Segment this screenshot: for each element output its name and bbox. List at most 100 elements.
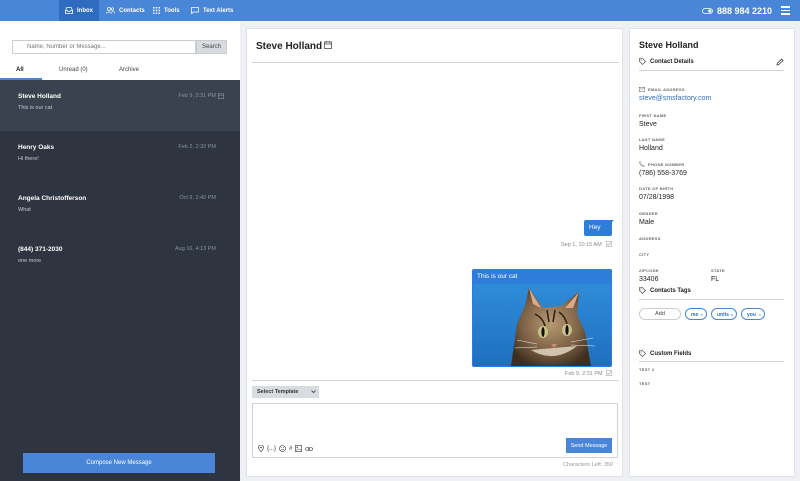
tag-label: units bbox=[717, 312, 729, 318]
envelope-icon bbox=[639, 87, 645, 92]
chevron-down-icon bbox=[311, 390, 316, 394]
search-input[interactable] bbox=[12, 40, 196, 54]
conversation-time: Feb 2, 2:32 PM bbox=[178, 144, 216, 150]
email-label: EMAIL ADDRESS bbox=[639, 87, 685, 92]
dob-value: 07/28/1998 bbox=[639, 194, 675, 201]
tag-icon bbox=[639, 350, 646, 357]
conversation-panel: Steve Holland Hey Sep 1, 10:15 AM This i… bbox=[246, 28, 623, 477]
conversation-item[interactable]: (844) 371-2030 Aug 16, 4:13 PM one more bbox=[0, 233, 240, 284]
conversation-item[interactable]: Steve Holland Feb 9, 2:31 PM This is our… bbox=[0, 80, 240, 131]
nav-contacts[interactable]: Contacts bbox=[106, 0, 145, 21]
template-select-label: Select Template bbox=[257, 389, 299, 395]
toggle-icon[interactable] bbox=[702, 7, 713, 14]
sidebar-header: Search All Unread (0) Archive bbox=[0, 21, 240, 80]
phone-value: (786) 558-3769 bbox=[639, 170, 687, 177]
message-text: Hey bbox=[589, 224, 601, 231]
delivered-check-icon bbox=[606, 241, 612, 247]
users-icon bbox=[106, 7, 115, 14]
remove-tag-icon[interactable]: × bbox=[731, 312, 733, 317]
contact-tags-title: Contacts Tags bbox=[650, 287, 691, 294]
characters-left-counter: Characters Left: 350 bbox=[563, 462, 613, 468]
conversation-name: (844) 371-2030 bbox=[18, 246, 63, 253]
nav-contacts-label: Contacts bbox=[119, 7, 145, 14]
custom-fields-header: Custom Fields bbox=[639, 350, 691, 357]
tag-icon bbox=[639, 287, 646, 294]
custom-field-label: TEST 2 bbox=[639, 367, 655, 372]
message-time: Sep 1, 10:15 AM bbox=[561, 242, 602, 248]
email-value[interactable]: steve@smsfactory.com bbox=[639, 95, 711, 102]
variable-insert-icon[interactable]: {...} bbox=[267, 446, 276, 452]
contact-details-panel: Steve Holland Contact Details EMAIL ADDR… bbox=[629, 28, 795, 477]
conversation-name: Steve Holland bbox=[18, 93, 61, 100]
compose-toolbar: {...} # bbox=[258, 445, 314, 452]
tab-unread[interactable]: Unread (0) bbox=[59, 67, 88, 73]
conversation-time: Oct 9, 2:40 PM bbox=[179, 195, 216, 201]
divider bbox=[639, 361, 784, 362]
top-navbar: Inbox Contacts Tools Text Alerts 888 984… bbox=[0, 0, 800, 21]
tag-icon bbox=[639, 58, 646, 65]
nav-inbox-label: Inbox bbox=[77, 7, 93, 14]
contact-tags-header: Contacts Tags bbox=[639, 287, 691, 294]
inbox-icon bbox=[65, 7, 73, 14]
conversation-preview: This is our cat bbox=[18, 105, 53, 111]
nav-tools[interactable]: Tools bbox=[153, 0, 180, 21]
custom-fields-title: Custom Fields bbox=[650, 350, 692, 357]
phone-label: PHONE NUMBER bbox=[639, 161, 685, 167]
gender-label: GENDER bbox=[639, 211, 658, 216]
message-compose-box[interactable]: {...} # Send Message bbox=[252, 403, 618, 458]
conversation-item[interactable]: Angela Christofferson Oct 9, 2:40 PM Wha… bbox=[0, 182, 240, 233]
contact-name: Steve Holland bbox=[639, 40, 699, 50]
bubble-tail bbox=[610, 220, 614, 224]
pencil-icon[interactable] bbox=[776, 58, 784, 66]
calendar-icon[interactable] bbox=[218, 93, 224, 99]
remove-tag-icon[interactable]: × bbox=[759, 312, 761, 317]
divider bbox=[639, 70, 784, 71]
tag-label: me bbox=[691, 312, 699, 318]
chat-bubble-icon bbox=[191, 7, 199, 14]
city-label: CITY bbox=[639, 252, 650, 257]
location-pin-icon[interactable] bbox=[258, 445, 264, 452]
conversation-name: Henry Oaks bbox=[18, 144, 55, 151]
search-button[interactable]: Search bbox=[196, 40, 227, 54]
zipcode-value: 33406 bbox=[639, 276, 659, 283]
contact-details-title: Contact Details bbox=[650, 58, 694, 65]
compose-new-message-button[interactable]: Compose New Message bbox=[23, 453, 215, 473]
divider bbox=[252, 62, 619, 63]
address-label: ADDRESS bbox=[639, 236, 661, 241]
nav-inbox[interactable]: Inbox bbox=[59, 0, 99, 21]
first-name-label: FIRST NAME bbox=[639, 113, 667, 118]
conversation-time: Feb 9, 2:31 PM bbox=[178, 93, 216, 99]
outgoing-image-message: This is our cat bbox=[472, 269, 612, 367]
tag-chip[interactable]: units × bbox=[711, 308, 737, 320]
remove-tag-icon[interactable]: × bbox=[701, 312, 703, 317]
emoji-icon[interactable] bbox=[279, 445, 286, 452]
tab-archive[interactable]: Archive bbox=[119, 67, 139, 73]
email-label-text: EMAIL ADDRESS bbox=[648, 87, 685, 92]
send-message-button[interactable]: Send Message bbox=[566, 438, 612, 453]
last-name-value: Holland bbox=[639, 145, 663, 152]
template-select[interactable]: Select Template bbox=[252, 386, 319, 398]
conversation-item[interactable]: Henry Oaks Feb 2, 2:32 PM Hi there! bbox=[0, 131, 240, 182]
tag-chip[interactable]: me × bbox=[685, 308, 707, 320]
gender-value: Male bbox=[639, 219, 655, 226]
hamburger-menu-icon[interactable] bbox=[781, 6, 790, 15]
add-tag-button[interactable]: Add bbox=[639, 308, 681, 320]
divider bbox=[252, 380, 619, 381]
conversation-time: Aug 16, 4:13 PM bbox=[175, 246, 216, 252]
nav-text-alerts[interactable]: Text Alerts bbox=[191, 0, 233, 21]
hashtag-icon[interactable]: # bbox=[289, 446, 292, 452]
outgoing-message: Hey bbox=[584, 220, 612, 236]
image-attach-icon[interactable] bbox=[295, 445, 303, 452]
conversation-preview: one more bbox=[18, 258, 42, 264]
message-time: Feb 9, 2:31 PM bbox=[565, 371, 603, 377]
tab-all[interactable]: All bbox=[16, 67, 24, 73]
state-value: FL bbox=[711, 276, 720, 283]
phone-icon bbox=[639, 161, 645, 167]
cat-photo-image[interactable] bbox=[473, 284, 611, 366]
link-icon[interactable] bbox=[305, 446, 314, 452]
delivered-check-icon bbox=[606, 370, 612, 376]
tag-chip[interactable]: you × bbox=[741, 308, 765, 320]
calendar-icon[interactable] bbox=[324, 41, 332, 49]
conversation-sidebar: Search All Unread (0) Archive Steve Holl… bbox=[0, 21, 240, 481]
state-label: STATE bbox=[711, 268, 726, 273]
